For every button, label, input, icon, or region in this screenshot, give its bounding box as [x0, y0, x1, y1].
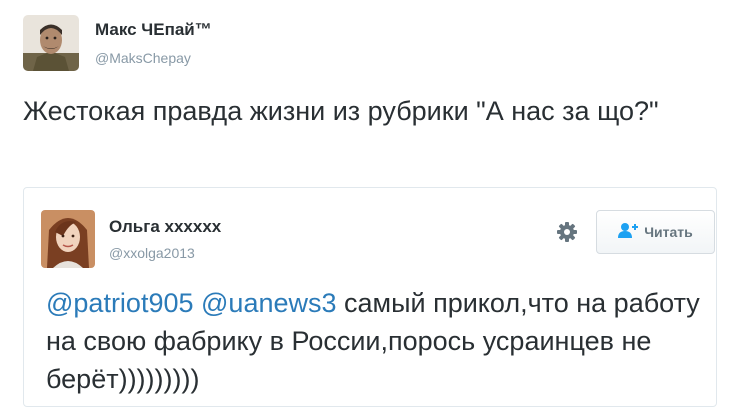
tweet-card: Макс ЧЕпай™ @MaksChepay Жестокая правда …: [0, 0, 741, 416]
quoted-tweet[interactable]: Ольга xxxxxx @xxolga2013 Читать @patriot…: [23, 187, 717, 407]
quoted-author-name[interactable]: Ольга xxxxxx: [109, 217, 221, 237]
follow-button-label: Читать: [644, 224, 693, 240]
quoted-author-avatar[interactable]: [41, 210, 95, 268]
quoted-author-handle[interactable]: @xxolga2013: [109, 245, 195, 261]
author-name[interactable]: Макс ЧЕпай™: [95, 20, 212, 40]
quoted-tweet-text: @patriot905 @uanews3 самый прикол,что на…: [46, 284, 712, 398]
follow-button[interactable]: Читать: [596, 210, 715, 254]
avatar-photo-icon: [41, 210, 95, 268]
gear-icon[interactable]: [556, 221, 578, 243]
mention-link[interactable]: @patriot905: [46, 288, 194, 318]
add-user-icon: [618, 222, 639, 243]
mention-link[interactable]: @uanews3: [201, 288, 337, 318]
author-avatar[interactable]: [23, 15, 79, 71]
avatar-photo-icon: [23, 15, 79, 71]
author-handle[interactable]: @MaksChepay: [95, 50, 191, 66]
tweet-text: Жестокая правда жизни из рубрики "А нас …: [23, 96, 659, 126]
